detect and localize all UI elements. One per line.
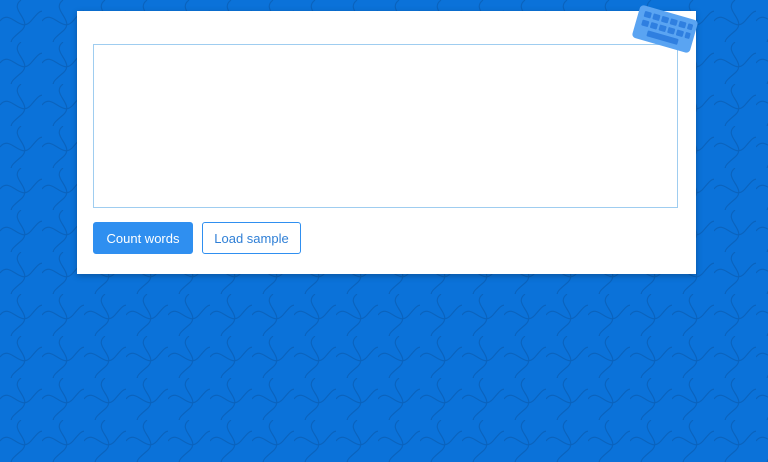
keyboard-icon [632, 5, 698, 53]
word-counter-card: Count words Load sample [77, 11, 696, 274]
text-input[interactable] [93, 44, 678, 208]
load-sample-button[interactable]: Load sample [202, 222, 301, 254]
count-words-button[interactable]: Count words [93, 222, 193, 254]
